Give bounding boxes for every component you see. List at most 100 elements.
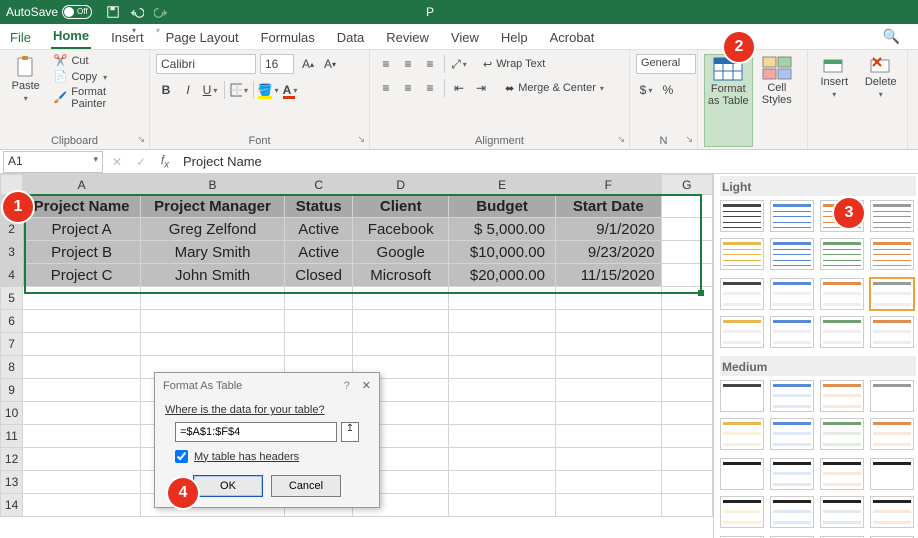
align-left-icon[interactable]: ≡ — [376, 78, 396, 98]
column-header[interactable]: A — [23, 175, 141, 195]
formula-input[interactable] — [177, 152, 918, 171]
table-style-swatch[interactable] — [770, 458, 814, 490]
cell[interactable]: 9/23/2020 — [555, 241, 661, 264]
cell[interactable] — [661, 379, 712, 402]
table-header-cell[interactable]: Client — [353, 195, 449, 218]
align-middle-icon[interactable]: ≡ — [398, 54, 418, 74]
table-style-swatch[interactable] — [770, 380, 814, 412]
column-header[interactable]: B — [140, 175, 284, 195]
cell[interactable] — [661, 287, 712, 310]
underline-button[interactable]: U — [200, 80, 220, 100]
fx-icon[interactable]: fx — [153, 153, 177, 170]
cut-button[interactable]: ✂️Cut — [53, 54, 143, 68]
number-format-select[interactable]: General — [636, 54, 696, 74]
cell[interactable] — [449, 471, 556, 494]
tab-page-layout[interactable]: Page Layout — [164, 26, 241, 49]
table-style-swatch[interactable] — [770, 278, 814, 310]
row-header[interactable]: 12 — [1, 448, 23, 471]
cell[interactable] — [23, 448, 141, 471]
cell[interactable] — [555, 402, 661, 425]
cell[interactable] — [555, 310, 661, 333]
dialog-help-icon[interactable]: ? — [344, 380, 350, 392]
column-header[interactable]: C — [285, 175, 353, 195]
save-icon[interactable] — [106, 5, 120, 19]
row-header[interactable]: 9 — [1, 379, 23, 402]
cancel-formula-icon[interactable]: ✕ — [105, 155, 129, 169]
italic-button[interactable]: I — [178, 80, 198, 100]
format-as-table-button[interactable]: Format as Table — [704, 54, 753, 147]
cell[interactable] — [140, 310, 284, 333]
clipboard-launcher-icon[interactable]: ↘ — [137, 134, 145, 145]
cell[interactable]: Google — [353, 241, 449, 264]
wrap-text-button[interactable]: ↩Wrap Text — [483, 58, 545, 71]
undo-icon[interactable] — [130, 5, 144, 19]
table-style-swatch[interactable] — [720, 418, 764, 450]
row-header[interactable]: 14 — [1, 494, 23, 517]
cell[interactable] — [555, 494, 661, 517]
cell[interactable] — [661, 241, 712, 264]
cell[interactable] — [23, 379, 141, 402]
cell[interactable] — [23, 425, 141, 448]
tab-home[interactable]: Home — [51, 24, 91, 49]
cell[interactable] — [449, 287, 556, 310]
table-style-swatch[interactable] — [820, 496, 864, 528]
font-color-button[interactable]: A — [280, 80, 300, 100]
cell[interactable] — [661, 310, 712, 333]
cell[interactable] — [449, 356, 556, 379]
alignment-launcher-icon[interactable]: ↘ — [617, 134, 625, 145]
autosave-toggle[interactable]: AutoSave Off — [6, 5, 92, 19]
cell[interactable] — [449, 379, 556, 402]
increase-indent-icon[interactable]: ⇥ — [471, 78, 491, 98]
table-style-swatch[interactable] — [770, 200, 814, 232]
column-header[interactable]: G — [661, 175, 712, 195]
table-style-swatch[interactable] — [870, 278, 914, 310]
align-center-icon[interactable]: ≡ — [398, 78, 418, 98]
table-style-swatch[interactable] — [870, 496, 914, 528]
table-style-swatch[interactable] — [870, 316, 914, 348]
cell[interactable] — [661, 448, 712, 471]
cell[interactable]: Project C — [23, 264, 141, 287]
row-header[interactable]: 11 — [1, 425, 23, 448]
cell[interactable] — [449, 402, 556, 425]
cell[interactable] — [661, 356, 712, 379]
cell[interactable] — [661, 425, 712, 448]
cell[interactable] — [661, 195, 712, 218]
table-style-swatch[interactable] — [720, 458, 764, 490]
cell[interactable] — [661, 494, 712, 517]
cell[interactable]: Active — [285, 218, 353, 241]
cell[interactable]: John Smith — [140, 264, 284, 287]
cell[interactable] — [285, 310, 353, 333]
insert-cells-button[interactable]: Insert▾ — [814, 54, 855, 99]
table-style-swatch[interactable] — [870, 200, 914, 232]
cell-styles-button[interactable]: Cell Styles — [753, 54, 801, 147]
cell[interactable] — [661, 333, 712, 356]
font-size-select[interactable]: 16 — [260, 54, 294, 74]
tell-me-search-icon[interactable]: 🔍 — [873, 24, 910, 49]
percent-format-icon[interactable]: % — [658, 80, 678, 100]
cell[interactable]: 9/1/2020 — [555, 218, 661, 241]
cell[interactable]: Microsoft — [353, 264, 449, 287]
table-style-swatch[interactable] — [720, 278, 764, 310]
cell[interactable] — [23, 333, 141, 356]
cell[interactable] — [449, 425, 556, 448]
table-header-cell[interactable]: Project Name — [23, 195, 141, 218]
align-top-icon[interactable]: ≡ — [376, 54, 396, 74]
accounting-format-icon[interactable]: $ — [636, 80, 656, 100]
table-style-swatch[interactable] — [770, 418, 814, 450]
cell[interactable] — [449, 448, 556, 471]
align-bottom-icon[interactable]: ≡ — [420, 54, 440, 74]
cell[interactable] — [555, 471, 661, 494]
cancel-button[interactable]: Cancel — [271, 475, 341, 497]
cell[interactable] — [23, 402, 141, 425]
headers-checkbox[interactable] — [175, 450, 188, 463]
cell[interactable] — [555, 287, 661, 310]
tab-insert[interactable]: Insert — [109, 26, 146, 49]
cell[interactable]: Closed — [285, 264, 353, 287]
table-style-swatch[interactable] — [870, 418, 914, 450]
font-name-select[interactable]: Calibri — [156, 54, 256, 74]
cell[interactable] — [555, 379, 661, 402]
cell[interactable] — [23, 287, 141, 310]
row-header[interactable]: 3 — [1, 241, 23, 264]
table-style-swatch[interactable] — [720, 496, 764, 528]
table-style-swatch[interactable] — [870, 238, 914, 270]
